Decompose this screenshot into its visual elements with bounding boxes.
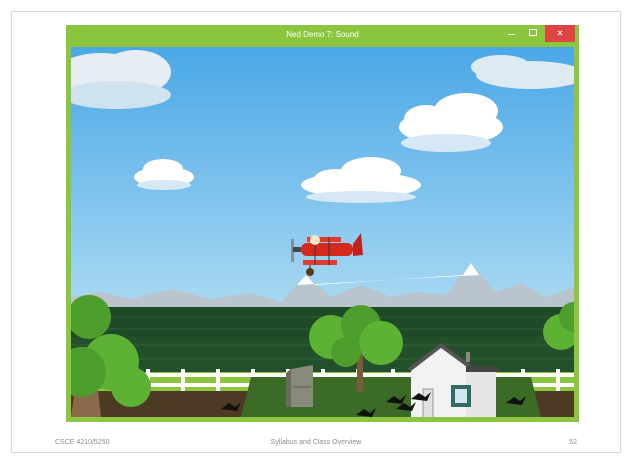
- game-canvas[interactable]: [71, 47, 574, 417]
- window-titlebar[interactable]: Ned Demo 7: Sound ×: [66, 25, 579, 47]
- close-button[interactable]: ×: [545, 25, 575, 42]
- game-window: Ned Demo 7: Sound ×: [66, 25, 579, 422]
- footer-topic: Syllabus and Class Overview: [270, 439, 362, 446]
- minimize-button[interactable]: [502, 25, 522, 42]
- maximize-button[interactable]: [523, 25, 543, 42]
- cloud-top-left: [71, 50, 171, 109]
- outhouse: [286, 365, 313, 407]
- footer-page-number: 52: [569, 439, 577, 446]
